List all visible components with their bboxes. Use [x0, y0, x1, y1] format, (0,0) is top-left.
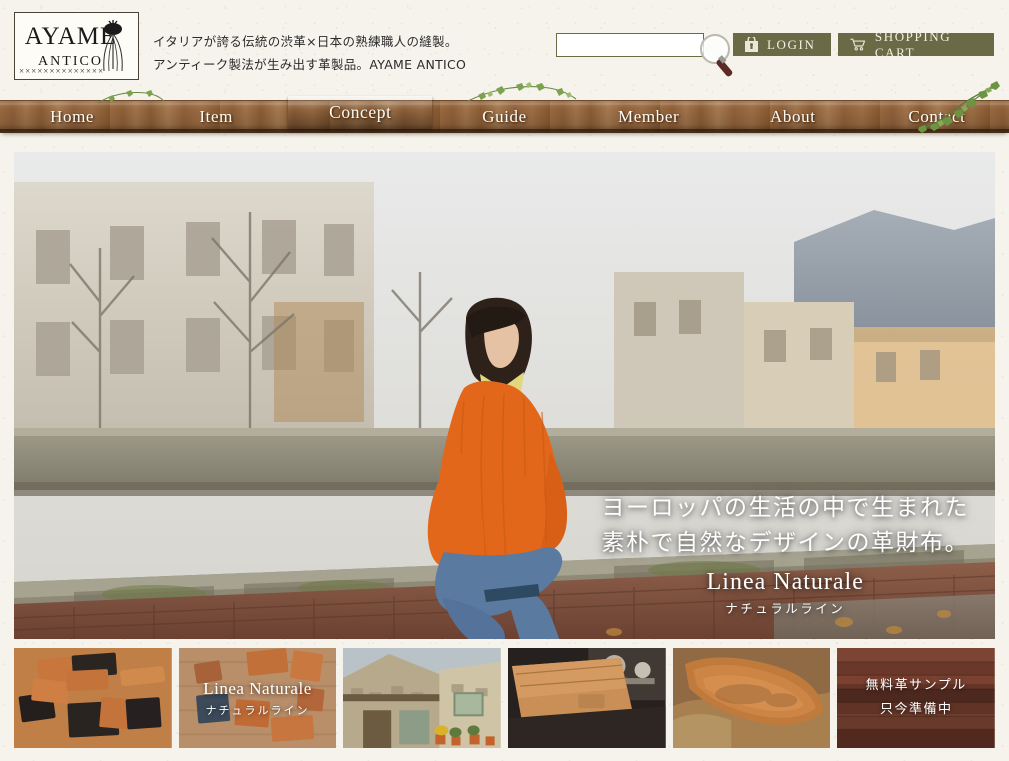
nav-label-member: Member — [618, 106, 680, 126]
nav-item-contact[interactable]: Contact — [865, 100, 1009, 133]
nav-item-guide[interactable]: Guide — [432, 100, 576, 133]
thumb-caption-sample: 無料革サンプル 只今準備中 — [837, 648, 995, 748]
nav-item-item[interactable]: Item — [144, 100, 288, 133]
cart-label: SHOPPING CART — [874, 28, 952, 60]
thumb-caption-sub: ナチュラルライン — [205, 703, 310, 717]
logo-stitch-border: ×××××××××××××× — [19, 68, 105, 75]
hero-brand-name-jp: ナチュラルライン — [725, 601, 846, 616]
site-header: AYAME ANTICO ×××××××××××××× イタリアが誇る伝統の渋革… — [0, 0, 1009, 95]
nav-item-home[interactable]: Home — [0, 100, 144, 133]
hero-banner[interactable]: ヨーロッパの生活の中で生まれた 素朴で自然なデザインの革財布。 Linea Na… — [14, 152, 995, 639]
thumb-image-3 — [343, 648, 501, 748]
thumbnail-leather-wallets-on-hide[interactable] — [14, 648, 172, 748]
thumb-caption-main: Linea Naturale — [203, 678, 312, 698]
nav-item-about[interactable]: About — [721, 100, 865, 133]
tagline-line-1: イタリアが誇る伝統の渋革×日本の熟練職人の縫製。 — [153, 34, 458, 49]
search-area — [556, 33, 733, 77]
nav-list: Home Item Concept Guide Member About Con… — [0, 96, 1009, 133]
hero-line-1: ヨーロッパの生活の中で生まれた — [601, 494, 969, 521]
thumbnail-italian-stone-house[interactable] — [343, 648, 501, 748]
nav-item-member[interactable]: Member — [577, 100, 721, 133]
search-input[interactable] — [556, 33, 704, 57]
thumbnail-free-leather-sample[interactable]: 無料革サンプル 只今準備中 — [837, 648, 996, 748]
site-logo[interactable]: AYAME ANTICO ×××××××××××××× — [14, 12, 139, 80]
login-button[interactable]: LOGIN — [733, 33, 831, 56]
hero-brand-name: Linea Naturale — [706, 569, 864, 595]
thumbnail-tan-leather-wallet[interactable] — [508, 648, 666, 748]
thumb-image-5 — [672, 648, 831, 748]
hero-caption: ヨーロッパの生活の中で生まれた 素朴で自然なデザインの革財布。 Linea Na… — [602, 491, 970, 617]
thumb-image-1 — [14, 648, 172, 748]
login-label: LOGIN — [767, 36, 816, 52]
tagline-line-2: アンティーク製法が生み出す革製品。AYAME ANTICO — [153, 57, 467, 73]
site-tagline: イタリアが誇る伝統の渋革×日本の熟練職人の縫製。 アンティーク製法が生み出す革製… — [153, 30, 466, 76]
nav-label-home: Home — [50, 106, 95, 126]
thumb-caption-jp-line1: 無料革サンプル — [865, 677, 967, 693]
hero-line-2: 素朴で自然なデザインの革財布。 — [601, 530, 969, 557]
iris-flower-icon — [103, 20, 123, 72]
shopping-cart-icon — [850, 38, 866, 51]
nav-label-concept: Concept — [329, 102, 392, 122]
thumb-caption-jp-line2: 只今準備中 — [879, 702, 953, 717]
nav-label-about: About — [770, 106, 816, 126]
thumb-caption-linea: Linea Naturale ナチュラルライン — [179, 648, 337, 748]
nav-label-item: Item — [199, 106, 233, 126]
lock-icon — [745, 37, 758, 52]
thumbnail-strip: Linea Naturale ナチュラルライン 無料革サンプル 只今準備中 — [14, 648, 996, 748]
nav-item-concept[interactable]: Concept — [288, 96, 433, 129]
thumbnail-linea-naturale[interactable]: Linea Naturale ナチュラルライン — [178, 648, 337, 748]
shopping-cart-button[interactable]: SHOPPING CART — [838, 29, 994, 60]
main-navigation: Home Item Concept Guide Member About Con… — [0, 81, 1009, 137]
thumb-image-4 — [508, 648, 666, 748]
thumbnail-raw-leather-hide[interactable] — [672, 648, 831, 748]
nav-label-guide: Guide — [482, 106, 527, 126]
nav-label-contact: Contact — [908, 106, 966, 126]
